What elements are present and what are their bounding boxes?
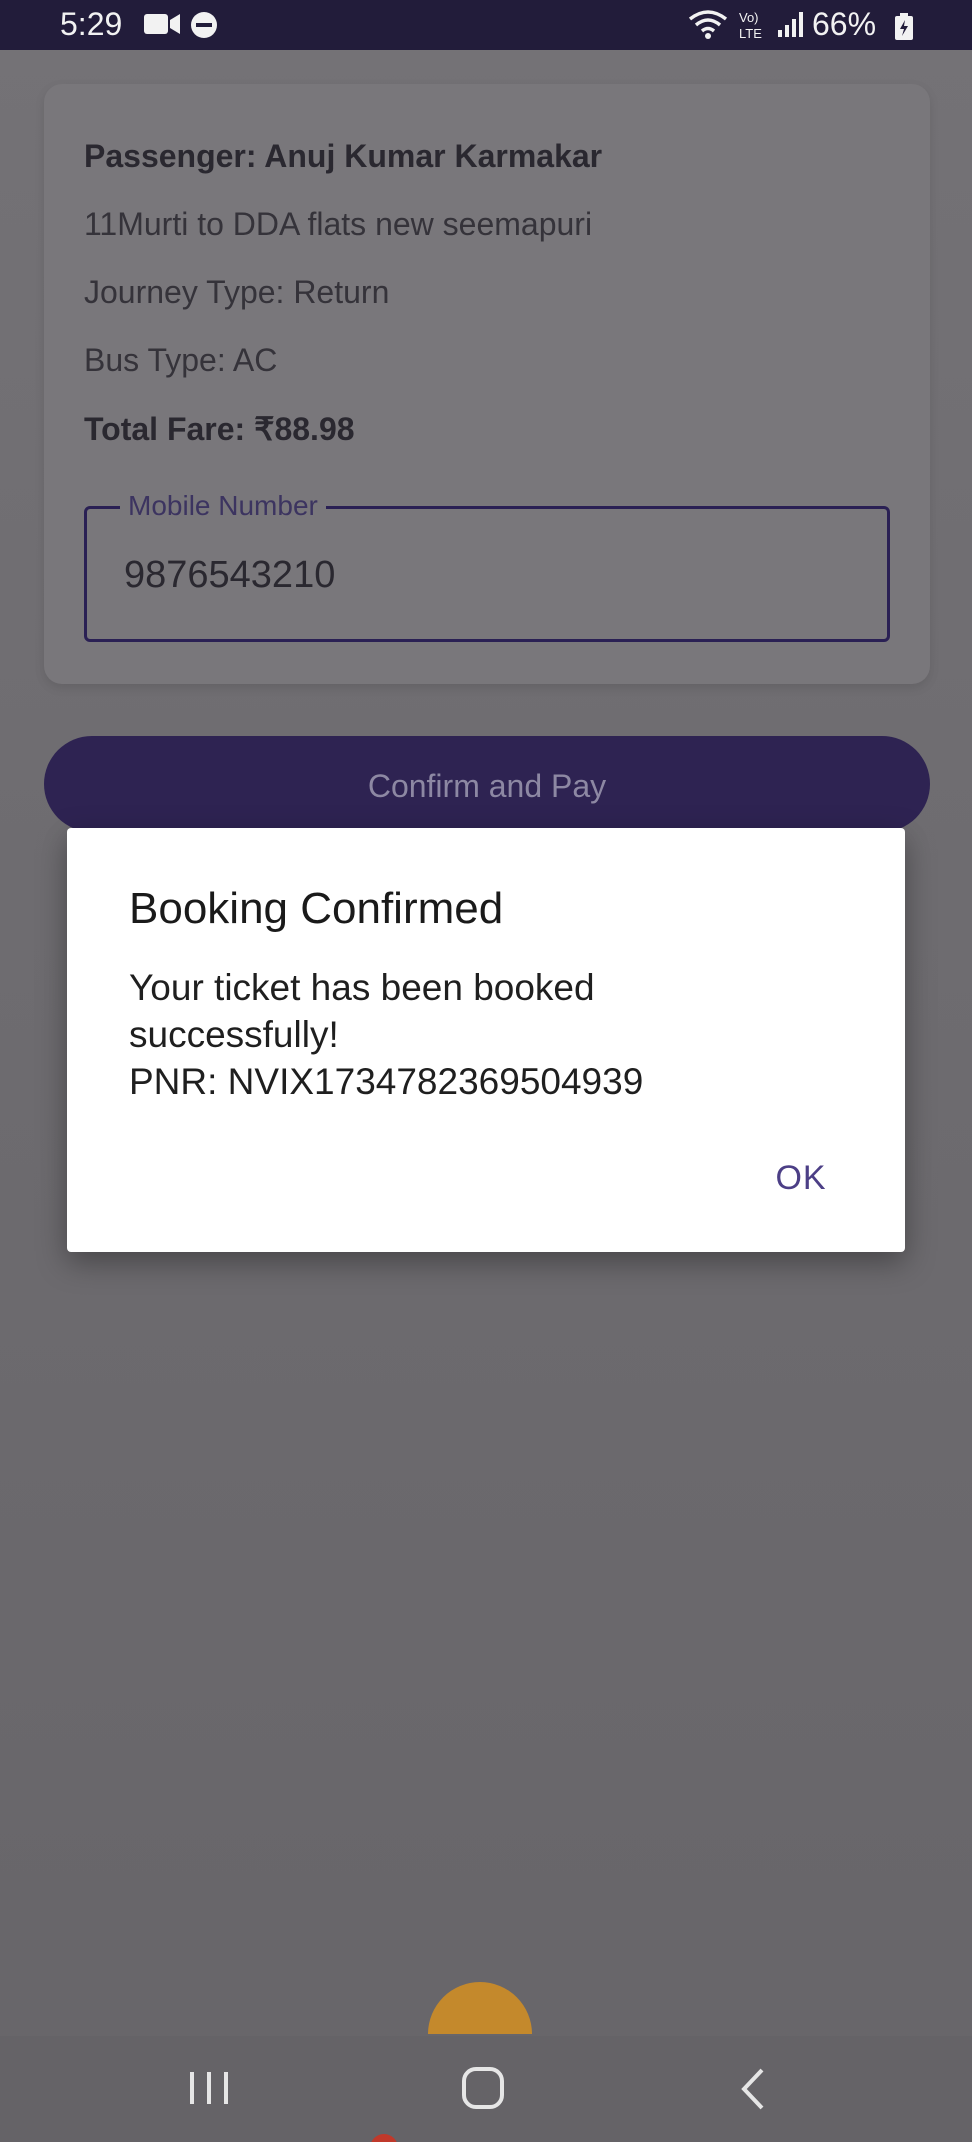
signal-icon [778, 12, 803, 37]
svg-text:Vo): Vo) [739, 10, 759, 25]
ok-button[interactable]: OK [761, 1150, 841, 1206]
screen: 5:29 Vo) LTE 66% Passenger: Anuj Kumar K… [0, 0, 972, 2142]
journey-type: Journey Type: Return [84, 274, 390, 310]
booking-confirmed-dialog: Booking Confirmed Your ticket has been b… [67, 828, 905, 1252]
dialog-message: Your ticket has been booked successfully… [129, 967, 644, 1102]
mobile-number-value[interactable]: 9876543210 [124, 554, 335, 597]
floating-action-button[interactable] [428, 1982, 532, 2034]
confirm-and-pay-button[interactable]: Confirm and Pay [44, 736, 930, 832]
home-icon[interactable] [460, 2066, 506, 2110]
volte-icon: Vo) LTE [739, 10, 762, 41]
battery-icon [895, 13, 913, 40]
mobile-number-label: Mobile Number [120, 490, 326, 522]
bus-type: Bus Type: AC [84, 342, 278, 378]
video-icon [144, 14, 180, 34]
status-time: 5:29 [60, 6, 123, 42]
battery-level: 66% [812, 6, 877, 42]
svg-text:LTE: LTE [739, 26, 762, 41]
route-text: 11Murti to DDA flats new seemapuri [84, 206, 593, 242]
back-icon[interactable] [736, 2066, 770, 2112]
wifi-icon [688, 10, 728, 39]
passenger-name: Passenger: Anuj Kumar Karmakar [84, 138, 603, 174]
recents-icon[interactable] [186, 2068, 232, 2108]
status-bar: 5:29 Vo) LTE 66% [0, 0, 972, 50]
dnd-icon [191, 12, 217, 38]
dialog-title: Booking Confirmed [129, 884, 504, 933]
total-fare: Total Fare: ₹88.98 [84, 411, 355, 447]
navigation-bar [0, 2036, 972, 2142]
